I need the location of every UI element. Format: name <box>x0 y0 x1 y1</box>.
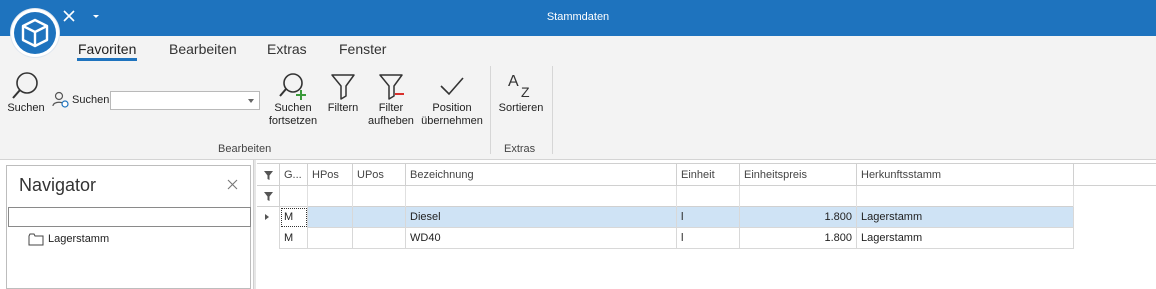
search-field-label: Suchen <box>72 94 110 106</box>
window-title: Stammdaten <box>546 11 610 23</box>
cell-hpos[interactable] <box>308 228 353 249</box>
filter-remove-label-2: aufheben <box>368 115 414 127</box>
column-header-einheitspreis[interactable]: Einheitspreis <box>740 164 857 186</box>
svg-text:A: A <box>508 73 519 90</box>
quick-access-dropdown-icon[interactable] <box>90 10 102 22</box>
table-row[interactable]: M WD40 l 1.800 Lagerstamm <box>257 228 1074 249</box>
tree-item-label: Lagerstamm <box>48 233 110 245</box>
navigator-panel: Navigator Lagerstamm <box>6 165 251 289</box>
search-button-label: Suchen <box>7 102 45 114</box>
current-row-icon <box>265 214 269 220</box>
filter-cell-bezeichnung[interactable] <box>406 186 677 207</box>
filter-button-label: Filtern <box>327 102 359 114</box>
filter-cell-hpos[interactable] <box>308 186 353 207</box>
column-header-herkunftsstamm[interactable]: Herkunftsstamm <box>857 164 1074 186</box>
navigator-title: Navigator <box>19 175 97 195</box>
search-button[interactable]: Suchen <box>5 70 47 115</box>
filter-cell-upos[interactable] <box>353 186 406 207</box>
search-continue-label-1: Suchen <box>274 102 312 114</box>
grid-filter-row <box>257 186 1074 207</box>
filter-cell-einheit[interactable] <box>677 186 740 207</box>
cell-bezeichnung[interactable]: WD40 <box>406 228 677 249</box>
group-label-extras: Extras <box>504 143 536 155</box>
cell-einheit[interactable]: l <box>677 207 740 228</box>
group-label-bearbeiten: Bearbeiten <box>218 143 272 155</box>
filter-remove-button[interactable]: Filter aufheben <box>366 70 416 128</box>
cell-upos[interactable] <box>353 228 406 249</box>
column-header-hpos[interactable]: HPos <box>308 164 353 186</box>
search-plus-icon <box>279 73 306 100</box>
app-logo-button[interactable] <box>11 9 59 57</box>
sort-az-icon: A Z <box>508 73 530 100</box>
grid-header: G... HPos UPos Bezeichnung Einheit Einhe… <box>257 163 1156 186</box>
tab-favoriten[interactable]: Favoriten <box>76 41 138 61</box>
data-grid: G... HPos UPos Bezeichnung Einheit Einhe… <box>257 163 1156 289</box>
filter-remove-label-1: Filter <box>378 102 404 114</box>
sort-button[interactable]: A Z Sortieren <box>496 70 546 115</box>
search-continue-button[interactable]: Suchen fortsetzen <box>265 70 321 128</box>
cell-bezeichnung[interactable]: Diesel <box>406 207 677 228</box>
search-continue-label-2: fortsetzen <box>268 115 318 127</box>
chevron-down-icon[interactable] <box>248 99 254 103</box>
tab-bearbeiten[interactable]: Bearbeiten <box>169 41 237 57</box>
filter-cell-herkunftsstamm[interactable] <box>857 186 1074 207</box>
cell-herkunftsstamm[interactable]: Lagerstamm <box>857 228 1074 249</box>
box-icon <box>21 18 49 48</box>
tab-fenster[interactable]: Fenster <box>339 41 386 57</box>
column-header-upos[interactable]: UPos <box>353 164 406 186</box>
row-indicator[interactable] <box>257 207 280 228</box>
navigator-search-input[interactable] <box>8 207 251 227</box>
column-header-g[interactable]: G... <box>280 164 308 186</box>
filter-row-indicator <box>257 186 280 207</box>
cell-hpos[interactable] <box>308 207 353 228</box>
search-user-icon <box>52 91 69 108</box>
close-icon[interactable] <box>227 179 238 190</box>
sort-button-label: Sortieren <box>498 102 544 114</box>
search-icon <box>12 72 38 99</box>
apply-position-label-2: übernehmen <box>421 115 483 127</box>
header-filter-cell[interactable] <box>257 164 280 186</box>
filter-icon <box>264 192 273 201</box>
group-separator <box>490 66 491 154</box>
row-indicator[interactable] <box>257 228 280 249</box>
cell-einheitspreis[interactable]: 1.800 <box>740 207 857 228</box>
filter-icon <box>264 171 273 180</box>
title-bar: Stammdaten <box>0 0 1156 36</box>
column-header-bezeichnung[interactable]: Bezeichnung <box>406 164 677 186</box>
filter-icon <box>331 74 355 100</box>
filter-cell-einheitspreis[interactable] <box>740 186 857 207</box>
filter-button[interactable]: Filtern <box>324 70 362 115</box>
ribbon: Favoriten Bearbeiten Extras Fenster Such… <box>0 36 1156 160</box>
panel-splitter[interactable] <box>253 160 256 289</box>
svg-text:Z: Z <box>521 84 530 100</box>
column-header-einheit[interactable]: Einheit <box>677 164 740 186</box>
group-separator <box>552 66 553 154</box>
tab-extras[interactable]: Extras <box>267 41 307 57</box>
cell-einheitspreis[interactable]: 1.800 <box>740 228 857 249</box>
apply-position-button[interactable]: Position übernehmen <box>420 70 484 128</box>
cell-herkunftsstamm[interactable]: Lagerstamm <box>857 207 1074 228</box>
filter-remove-icon <box>379 74 404 100</box>
checkmark-icon <box>440 77 464 96</box>
cell-upos[interactable] <box>353 207 406 228</box>
cell-einheit[interactable]: l <box>677 228 740 249</box>
cell-g[interactable]: M <box>280 228 308 249</box>
apply-position-label-1: Position <box>432 102 472 114</box>
close-icon[interactable] <box>61 8 77 24</box>
folder-icon <box>28 233 44 246</box>
table-row[interactable]: M Diesel l 1.800 Lagerstamm <box>257 207 1074 228</box>
cell-g[interactable]: M <box>280 207 308 228</box>
search-combobox[interactable] <box>110 91 260 110</box>
filter-cell-g[interactable] <box>280 186 308 207</box>
